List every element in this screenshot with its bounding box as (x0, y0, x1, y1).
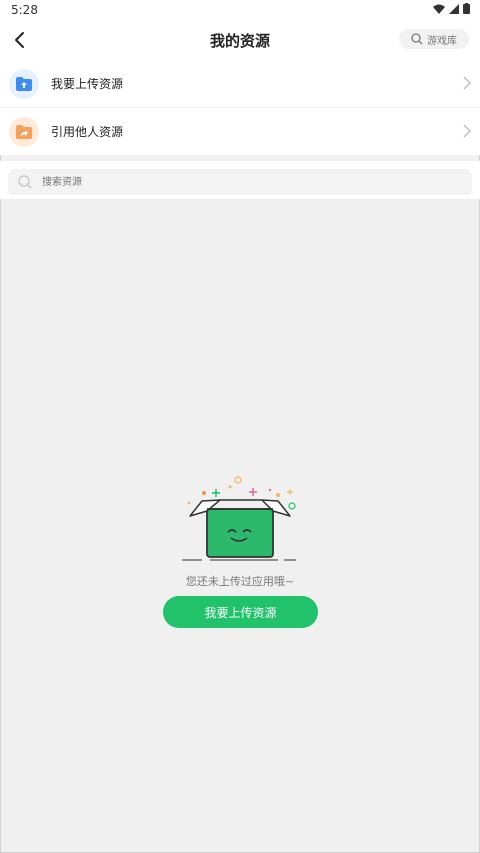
menu-item-upload-resource[interactable]: 我要上传资源 (0, 60, 480, 107)
resource-search-box[interactable] (8, 169, 472, 195)
empty-box-illustration (182, 476, 296, 561)
share-folder-icon (16, 124, 32, 139)
resource-menu: 我要上传资源 引用他人资源 (0, 60, 480, 155)
signal-icon (449, 3, 459, 14)
resource-search-section (0, 161, 480, 199)
wifi-icon (433, 4, 445, 14)
share-folder-icon-wrap (9, 116, 39, 147)
menu-item-label: 引用他人资源 (51, 125, 124, 139)
status-time: 5:28 (11, 3, 38, 17)
upload-resource-button[interactable]: 我要上传资源 (163, 596, 318, 628)
upload-folder-icon-wrap (9, 68, 39, 99)
chevron-right-icon (463, 124, 471, 138)
status-bar: 5:28 (0, 0, 480, 20)
game-library-label: 游戏库 (427, 35, 457, 47)
status-icons (433, 3, 470, 14)
search-icon (411, 33, 423, 45)
menu-item-label: 我要上传资源 (51, 77, 124, 91)
empty-message: 您还未上传过应用哦~ (185, 575, 295, 588)
menu-item-reference-resource[interactable]: 引用他人资源 (0, 107, 480, 155)
upload-folder-icon (16, 76, 32, 91)
battery-icon (463, 3, 470, 14)
search-icon (18, 175, 32, 189)
search-input[interactable] (40, 175, 444, 189)
game-library-search-button[interactable]: 游戏库 (399, 29, 469, 49)
chevron-right-icon (463, 76, 471, 90)
app-header: 我的资源 游戏库 (0, 20, 480, 60)
